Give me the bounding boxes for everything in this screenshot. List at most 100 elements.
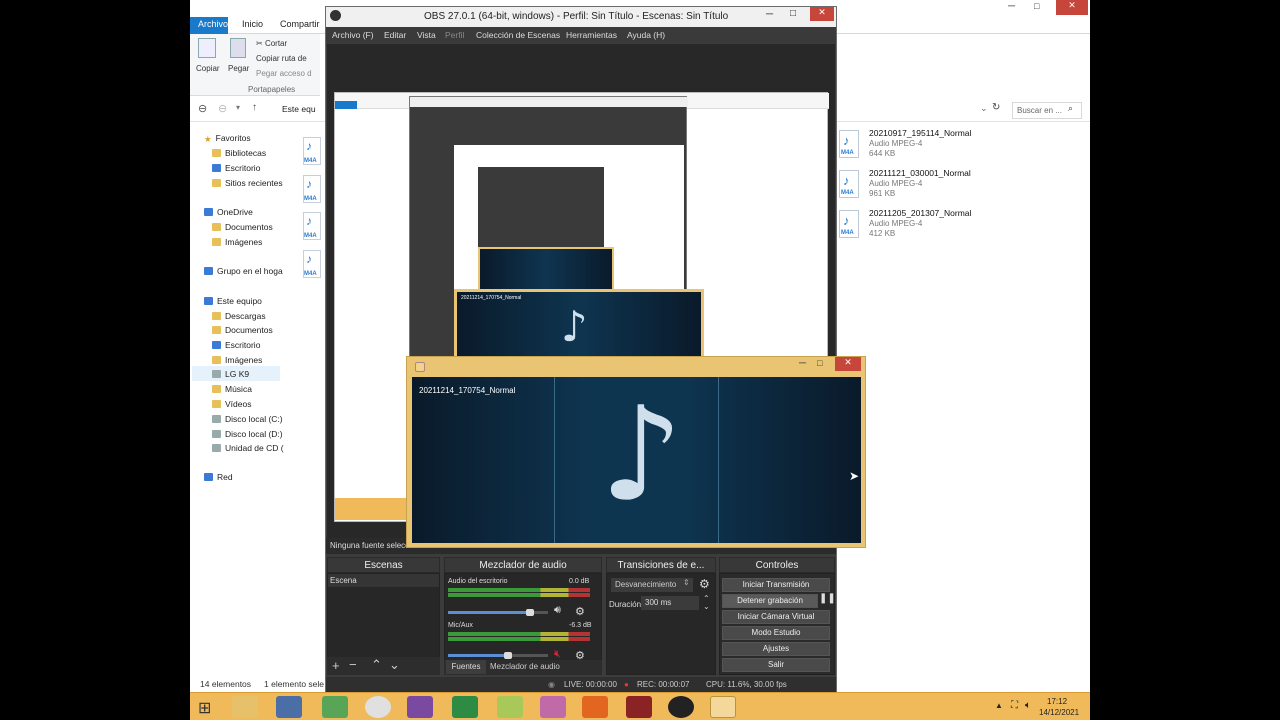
- tray-arrow-icon[interactable]: ▲: [995, 701, 1003, 710]
- tab-compartir[interactable]: Compartir: [272, 17, 328, 34]
- start-streaming-button[interactable]: Iniciar Transmisión: [722, 578, 830, 592]
- menu-herramientas[interactable]: Herramientas: [566, 30, 617, 40]
- tree-disco-c[interactable]: Disco local (C:): [212, 414, 283, 424]
- tree-disco-d[interactable]: Disco local (D:): [212, 429, 283, 439]
- address-path[interactable]: Este equ: [282, 104, 316, 114]
- scene-item[interactable]: Escena: [328, 574, 439, 587]
- headphones-icon[interactable]: [407, 696, 433, 718]
- mic-volume-knob[interactable]: [504, 652, 512, 659]
- gear-icon[interactable]: ⚙: [699, 577, 710, 591]
- file-explorer-icon[interactable]: [232, 696, 258, 718]
- tab-archivo[interactable]: Archivo: [190, 17, 228, 34]
- stop-recording-button[interactable]: Detener grabación: [722, 594, 818, 608]
- desktop-volume-slider[interactable]: [448, 611, 530, 614]
- tree-videos[interactable]: Vídeos: [212, 399, 251, 409]
- copy-icon[interactable]: [198, 38, 216, 58]
- maximize-icon[interactable]: □: [817, 358, 822, 368]
- tree-sitios-recientes[interactable]: Sitios recientes: [212, 178, 283, 188]
- close-icon[interactable]: ✕: [1056, 0, 1088, 15]
- paint-icon[interactable]: [540, 696, 566, 718]
- chrome-icon[interactable]: [365, 696, 391, 718]
- move-up-icon[interactable]: ⌃: [371, 657, 382, 673]
- minimize-icon[interactable]: ─: [766, 9, 773, 20]
- tree-grupo-hogar[interactable]: Grupo en el hoga: [204, 266, 283, 276]
- player-video-area[interactable]: 20211214_170754_Normal ♪ ➤: [412, 377, 861, 543]
- m4a-file-icon[interactable]: ♪ M4A: [303, 212, 321, 240]
- forward-arrow-icon[interactable]: ⊖: [218, 102, 227, 115]
- frog-app-icon[interactable]: [497, 696, 523, 718]
- pause-icon[interactable]: ❚❚: [819, 593, 836, 604]
- maximize-icon[interactable]: □: [1034, 1, 1039, 11]
- excel-icon[interactable]: [452, 696, 478, 718]
- close-icon[interactable]: ✕: [810, 7, 834, 21]
- clock-date[interactable]: 14/12/2021: [1039, 708, 1079, 717]
- media-player-icon[interactable]: [710, 696, 736, 718]
- back-arrow-icon[interactable]: ⊖: [198, 102, 207, 115]
- transition-select[interactable]: Desvanecimiento: [611, 578, 693, 592]
- minimize-icon[interactable]: ─: [799, 358, 806, 369]
- remove-scene-icon[interactable]: −: [349, 657, 357, 672]
- copy-button[interactable]: Copiar: [196, 64, 220, 73]
- maximize-icon[interactable]: □: [790, 8, 796, 19]
- refresh-icon[interactable]: ↻: [992, 102, 1000, 113]
- close-icon[interactable]: ✕: [835, 357, 861, 371]
- settings-button[interactable]: Ajustes: [722, 642, 830, 656]
- m4a-file-icon[interactable]: ♪ M4A: [303, 250, 321, 278]
- tree-escritorio-2[interactable]: Escritorio: [212, 340, 260, 350]
- tree-escritorio[interactable]: Escritorio: [212, 163, 260, 173]
- tab-fuentes[interactable]: Fuentes: [446, 660, 486, 674]
- paste-shortcut-button[interactable]: Pegar acceso d: [256, 69, 312, 78]
- notepad-icon[interactable]: [322, 696, 348, 718]
- paste-button[interactable]: Pegar: [228, 64, 249, 73]
- speaker-icon[interactable]: 🔊︎: [554, 604, 561, 617]
- menu-archivo[interactable]: Archivo (F): [332, 30, 374, 40]
- tab-mezclador[interactable]: Mezclador de audio: [490, 660, 560, 674]
- tree-descargas[interactable]: Descargas: [212, 311, 266, 321]
- start-virtual-camera-button[interactable]: Iniciar Cámara Virtual: [722, 610, 830, 624]
- cut-button[interactable]: ✂ Cortar: [256, 39, 287, 48]
- volume-icon[interactable]: 🔈︎: [1025, 700, 1031, 711]
- tree-imagenes-2[interactable]: Imágenes: [212, 355, 262, 365]
- windows-start-icon[interactable]: ⊞: [198, 698, 211, 718]
- fl-studio-icon[interactable]: [582, 696, 608, 718]
- up-arrow-icon[interactable]: ↑: [252, 102, 257, 113]
- tree-red[interactable]: Red: [204, 472, 233, 482]
- obs-icon[interactable]: [668, 696, 694, 718]
- tree-bibliotecas[interactable]: Bibliotecas: [212, 148, 266, 158]
- studio-mode-button[interactable]: Modo Estudio: [722, 626, 830, 640]
- tree-onedrive[interactable]: OneDrive: [204, 207, 253, 217]
- copy-path-button[interactable]: Copiar ruta de: [256, 54, 307, 63]
- tree-unidad-cd[interactable]: Unidad de CD (: [212, 443, 284, 453]
- menu-vista[interactable]: Vista: [417, 30, 436, 40]
- minimize-icon[interactable]: ─: [1008, 1, 1015, 12]
- app-icon[interactable]: [276, 696, 302, 718]
- tree-imagenes[interactable]: Imágenes: [212, 237, 262, 247]
- tree-este-equipo[interactable]: Este equipo: [204, 296, 262, 306]
- spin-down-icon[interactable]: ⌄: [703, 602, 710, 611]
- tree-favoritos[interactable]: ★ Favoritos: [204, 133, 251, 144]
- exit-button[interactable]: Salir: [722, 658, 830, 672]
- recent-dropdown-icon[interactable]: ▾: [236, 103, 240, 112]
- winrar-icon[interactable]: [626, 696, 652, 718]
- menu-ayuda[interactable]: Ayuda (H): [627, 30, 665, 40]
- duration-spinbox[interactable]: 300 ms: [641, 596, 699, 610]
- tab-inicio[interactable]: Inicio: [234, 17, 271, 34]
- m4a-file-icon[interactable]: ♪ M4A: [303, 137, 321, 165]
- desktop-volume-knob[interactable]: [526, 609, 534, 616]
- tree-documentos-2[interactable]: Documentos: [212, 325, 273, 335]
- file-item[interactable]: ♪ M4A 20211205_201307_Normal Audio MPEG-4…: [837, 208, 1087, 246]
- menu-coleccion-escenas[interactable]: Colección de Escenas: [476, 30, 560, 40]
- clock-time[interactable]: 17:12: [1047, 697, 1067, 706]
- menu-editar[interactable]: Editar: [384, 30, 406, 40]
- paste-icon[interactable]: [230, 38, 246, 58]
- move-down-icon[interactable]: ⌄: [389, 657, 400, 673]
- m4a-file-icon[interactable]: ♪ M4A: [303, 175, 321, 203]
- tree-lg-k9[interactable]: LG K9: [212, 369, 249, 379]
- add-scene-icon[interactable]: +: [332, 658, 340, 673]
- file-item[interactable]: ♪ M4A 20210917_195114_Normal Audio MPEG-4…: [837, 128, 1087, 166]
- tree-musica[interactable]: Música: [212, 384, 252, 394]
- network-icon[interactable]: ⛶: [1011, 700, 1018, 711]
- menu-perfil[interactable]: Perfil: [445, 30, 464, 40]
- file-item[interactable]: ♪ M4A 20211121_030001_Normal Audio MPEG-4…: [837, 168, 1087, 206]
- gear-icon[interactable]: ⚙: [575, 605, 585, 618]
